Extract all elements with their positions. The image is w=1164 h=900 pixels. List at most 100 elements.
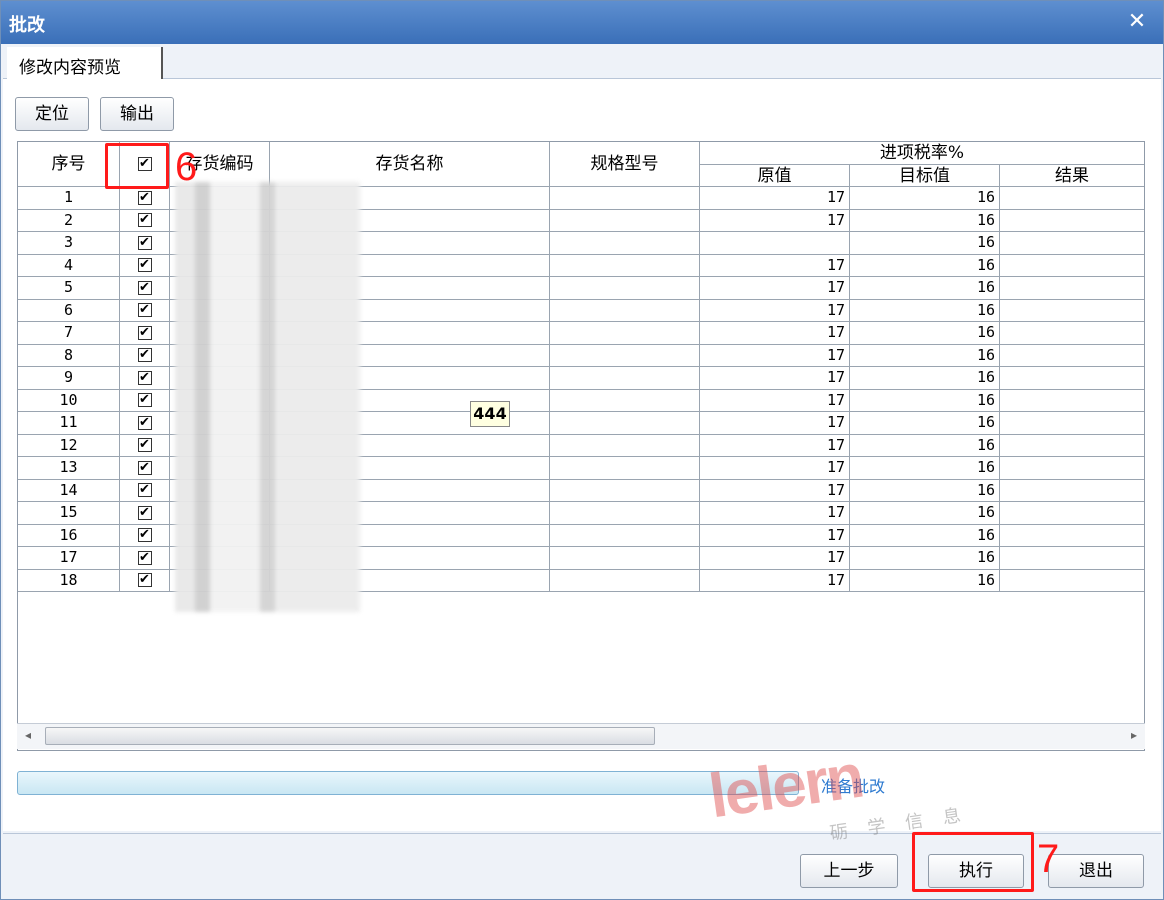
cell-empty xyxy=(550,502,700,525)
row-checkbox[interactable]: ✔ xyxy=(137,190,152,205)
cell-seq: 16 xyxy=(18,524,120,547)
annotation-number-6: 6 xyxy=(175,145,198,189)
cell-empty xyxy=(1000,322,1144,345)
cell-empty xyxy=(1000,480,1144,502)
cell-empty xyxy=(550,367,700,390)
cell-empty xyxy=(1000,390,1144,412)
row-checkbox-cell[interactable]: ✔ xyxy=(120,277,170,300)
cell-target: 16 xyxy=(850,187,1000,210)
row-checkbox-cell[interactable]: ✔ xyxy=(120,344,170,367)
cell-empty xyxy=(550,344,700,367)
horizontal-scrollbar[interactable]: ◂ ▸ xyxy=(17,723,1145,749)
cell-target: 16 xyxy=(850,254,1000,277)
prev-step-button[interactable]: 上一步 xyxy=(800,854,898,888)
cell-empty xyxy=(550,547,700,570)
row-checkbox[interactable]: ✔ xyxy=(137,415,152,430)
header-name: 存货名称 xyxy=(270,142,550,187)
row-checkbox-cell[interactable]: ✔ xyxy=(120,524,170,547)
header-result: 结果 xyxy=(1000,165,1144,187)
cell-orig: 17 xyxy=(700,344,850,367)
row-checkbox[interactable]: ✔ xyxy=(137,348,152,362)
cell-seq: 11 xyxy=(18,412,120,435)
cell-target: 16 xyxy=(850,367,1000,390)
cell-seq: 13 xyxy=(18,457,120,480)
cell-target: 16 xyxy=(850,479,1000,502)
cell-seq: 7 xyxy=(18,322,120,345)
exit-button[interactable]: 退出 xyxy=(1048,854,1144,888)
cell-seq: 4 xyxy=(18,254,120,277)
header-tax-rate-group: 进项税率% xyxy=(700,142,1144,165)
row-checkbox[interactable]: ✔ xyxy=(137,393,152,407)
cell-empty xyxy=(1000,570,1144,592)
row-checkbox[interactable]: ✔ xyxy=(137,460,152,475)
cell-orig: 17 xyxy=(700,524,850,547)
row-checkbox[interactable]: ✔ xyxy=(137,528,152,542)
row-checkbox[interactable]: ✔ xyxy=(137,370,152,385)
row-checkbox-cell[interactable]: ✔ xyxy=(120,412,170,435)
dialog-window: 批改 ✕ 修改内容预览 定位 输出 序号 ✔ 存货编码 存货名称 规格型号 进项… xyxy=(0,0,1164,900)
row-checkbox[interactable]: ✔ xyxy=(137,550,152,565)
cell-empty xyxy=(550,389,700,412)
cell-empty xyxy=(1000,547,1144,570)
row-checkbox[interactable]: ✔ xyxy=(137,280,152,295)
cell-empty xyxy=(1000,210,1144,232)
scroll-left-icon[interactable]: ◂ xyxy=(25,728,31,742)
cell-orig: 17 xyxy=(700,457,850,480)
cell-orig: 17 xyxy=(700,277,850,300)
row-checkbox[interactable]: ✔ xyxy=(137,303,152,317)
tab-strip: 修改内容预览 xyxy=(3,45,1161,80)
row-checkbox-cell[interactable]: ✔ xyxy=(120,232,170,255)
row-checkbox[interactable]: ✔ xyxy=(137,258,152,272)
cell-orig: 17 xyxy=(700,412,850,435)
row-checkbox-cell[interactable]: ✔ xyxy=(120,479,170,502)
cell-seq: 17 xyxy=(18,547,120,570)
tab-preview[interactable]: 修改内容预览 xyxy=(7,47,163,80)
scroll-right-icon[interactable]: ▸ xyxy=(1131,728,1137,742)
row-checkbox-cell[interactable]: ✔ xyxy=(120,434,170,457)
cell-empty xyxy=(1000,435,1144,457)
cell-orig: 17 xyxy=(700,547,850,570)
cell-empty xyxy=(550,277,700,300)
cell-target: 16 xyxy=(850,299,1000,322)
cell-empty xyxy=(1000,525,1144,547)
data-grid: 序号 ✔ 存货编码 存货名称 规格型号 进项税率% 原值 目标值 结果 1 ✔ 17… xyxy=(17,141,1145,751)
cell-target: 16 xyxy=(850,389,1000,412)
cell-empty xyxy=(1000,502,1144,525)
annotation-number-7: 7 xyxy=(1037,837,1060,881)
cell-seq: 10 xyxy=(18,389,120,412)
row-checkbox[interactable]: ✔ xyxy=(137,505,152,520)
row-checkbox[interactable]: ✔ xyxy=(137,325,152,340)
row-checkbox-cell[interactable]: ✔ xyxy=(120,457,170,480)
cell-orig xyxy=(700,232,850,255)
cell-empty xyxy=(1000,345,1144,367)
locate-button[interactable]: 定位 xyxy=(15,97,89,131)
close-icon[interactable]: ✕ xyxy=(1125,9,1149,35)
row-checkbox-cell[interactable]: ✔ xyxy=(120,569,170,592)
cell-target: 16 xyxy=(850,412,1000,435)
row-checkbox[interactable]: ✔ xyxy=(137,483,152,497)
row-checkbox-cell[interactable]: ✔ xyxy=(120,322,170,345)
cell-orig: 17 xyxy=(700,389,850,412)
cell-seq: 5 xyxy=(18,277,120,300)
cell-empty xyxy=(550,457,700,480)
row-checkbox[interactable]: ✔ xyxy=(137,213,152,227)
row-checkbox-cell[interactable]: ✔ xyxy=(120,367,170,390)
cell-empty xyxy=(550,434,700,457)
row-checkbox[interactable]: ✔ xyxy=(137,235,152,250)
row-checkbox-cell[interactable]: ✔ xyxy=(120,299,170,322)
row-checkbox-cell[interactable]: ✔ xyxy=(120,389,170,412)
cell-empty xyxy=(550,187,700,210)
cell-target: 16 xyxy=(850,502,1000,525)
row-checkbox-cell[interactable]: ✔ xyxy=(120,502,170,525)
export-button[interactable]: 输出 xyxy=(100,97,174,131)
row-checkbox-cell[interactable]: ✔ xyxy=(120,547,170,570)
row-checkbox[interactable]: ✔ xyxy=(137,573,152,587)
row-checkbox[interactable]: ✔ xyxy=(137,438,152,452)
annotation-box-7 xyxy=(912,832,1034,892)
row-checkbox-cell[interactable]: ✔ xyxy=(120,254,170,277)
cell-seq: 9 xyxy=(18,367,120,390)
scrollbar-thumb[interactable] xyxy=(45,727,655,745)
cell-orig: 17 xyxy=(700,322,850,345)
row-checkbox-cell[interactable]: ✔ xyxy=(120,187,170,210)
row-checkbox-cell[interactable]: ✔ xyxy=(120,209,170,232)
